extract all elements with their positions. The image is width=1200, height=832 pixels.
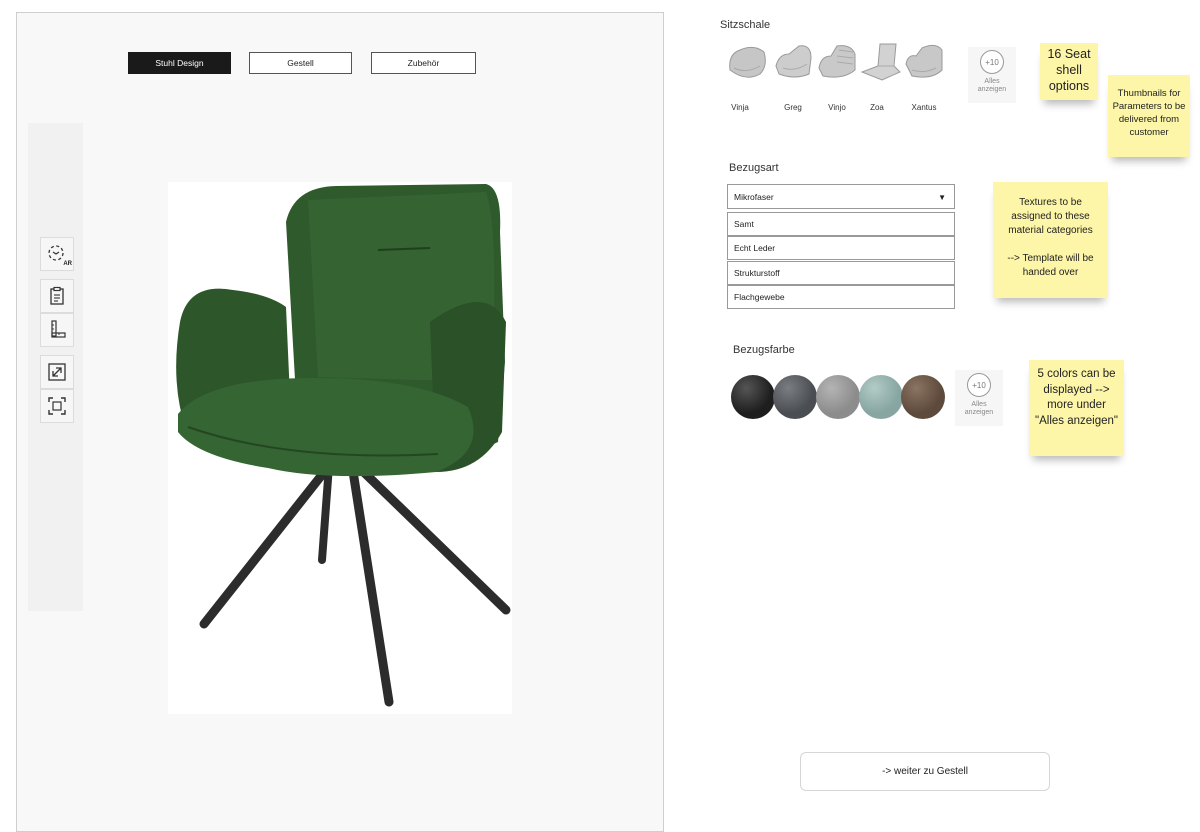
cover-type-option-flachgewebe[interactable]: Flachgewebe (727, 285, 955, 309)
seat-option-vinja[interactable]: Vinja (722, 40, 770, 112)
show-all-label: Alles anzeigen (977, 78, 1007, 93)
color-swatch-dark-grey[interactable] (773, 375, 817, 419)
cover-type-select[interactable]: Mikrofaser ▼ (727, 184, 955, 209)
expand-icon (48, 363, 66, 381)
viewer-toolbar: AR (28, 123, 83, 611)
fit-frame-button[interactable] (40, 389, 74, 423)
cover-color-show-all-button[interactable]: +10 Alles anzeigen (955, 370, 1003, 426)
seat-shell-show-all-button[interactable]: +10 Alles anzeigen (968, 47, 1016, 103)
sticky-note-thumbnails: Thumbnails for Parameters to be delivere… (1108, 75, 1190, 157)
seat-option-label: Xantus (911, 103, 937, 112)
expand-button[interactable] (40, 355, 74, 389)
seat-option-label: Greg (784, 103, 802, 112)
seat-shell-thumbnail (860, 43, 901, 81)
color-swatch-grey[interactable] (816, 375, 860, 419)
sticky-note-textures-line2: --> Template will be handed over (1007, 253, 1094, 278)
cover-color-title: Bezugsfarbe (733, 344, 795, 356)
seat-shell-thumbnail (729, 46, 766, 78)
tab-stuhl-design[interactable]: Stuhl Design (128, 52, 231, 74)
sticky-note-colors: 5 colors can be displayed --> more under… (1029, 360, 1124, 456)
color-swatch-mint[interactable] (859, 375, 903, 419)
seat-shell-title: Sitzschale (720, 19, 771, 31)
cover-type-selected-value: Mikrofaser (734, 191, 774, 202)
sticky-note-seat-options: 16 Seat shell options (1040, 43, 1098, 100)
seat-shell-thumbnail (775, 45, 812, 78)
color-swatch-black[interactable] (731, 375, 775, 419)
plus-count-icon: +10 (967, 373, 991, 397)
plus-count-icon: +10 (980, 50, 1004, 74)
measure-icon (51, 320, 66, 338)
measure-button[interactable] (40, 313, 74, 347)
fit-frame-icon (48, 397, 66, 415)
seat-option-xantus[interactable]: Xantus (900, 40, 948, 112)
seat-shell-thumbnail (818, 45, 856, 78)
seat-option-vinjo[interactable]: Vinjo (813, 40, 861, 112)
cover-type-title: Bezugsart (729, 162, 779, 174)
clipboard-icon (50, 286, 64, 305)
clipboard-button[interactable] (40, 279, 74, 313)
seat-option-label: Vinja (731, 103, 749, 112)
seat-shell-thumbnail (905, 44, 943, 78)
seat-option-zoa[interactable]: Zoa (856, 40, 904, 112)
cover-type-option-echt-leder[interactable]: Echt Leder (727, 236, 955, 260)
seat-option-label: Zoa (870, 103, 884, 112)
ar-view-button[interactable]: AR (40, 237, 74, 271)
chair-seat (178, 377, 474, 477)
tab-gestell[interactable]: Gestell (249, 52, 352, 74)
next-to-gestell-button[interactable]: -> weiter zu Gestell (800, 752, 1050, 791)
chair-preview-image[interactable] (168, 182, 512, 714)
sticky-note-textures-line1: Textures to be assigned to these materia… (1008, 197, 1093, 236)
seat-option-greg[interactable]: Greg (769, 40, 817, 112)
cover-type-option-strukturstoff[interactable]: Strukturstoff (727, 261, 955, 285)
color-swatch-brown[interactable] (901, 375, 945, 419)
dropdown-caret-icon: ▼ (938, 193, 946, 202)
tab-zubehoer[interactable]: Zubehör (371, 52, 476, 74)
ar-label: AR (63, 261, 72, 267)
sticky-note-textures: Textures to be assigned to these materia… (993, 182, 1108, 298)
product-viewer: Stuhl Design Gestell Zubehör AR (16, 12, 664, 832)
ar-view-icon: AR (46, 243, 72, 267)
show-all-label: Alles anzeigen (964, 401, 994, 416)
cover-type-option-samt[interactable]: Samt (727, 212, 955, 236)
